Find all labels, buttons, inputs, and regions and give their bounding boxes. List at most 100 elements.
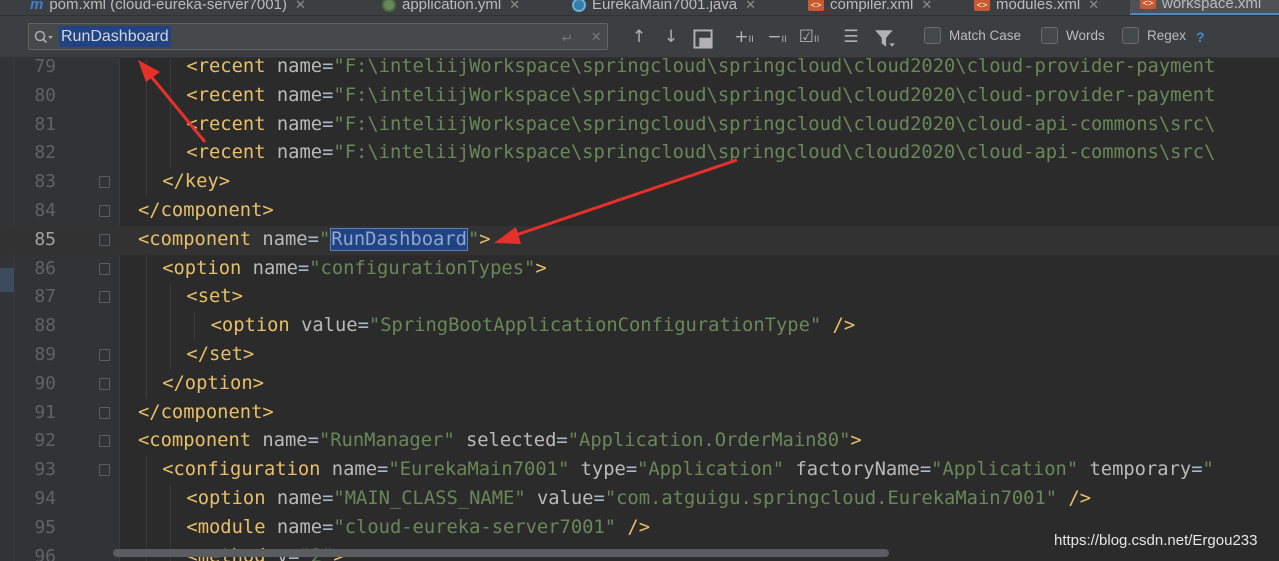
code-line[interactable]: 90 </option>	[0, 370, 1279, 399]
fold-marker-icon[interactable]	[99, 233, 110, 246]
regex-option[interactable]: Regex	[1122, 27, 1186, 44]
fold-marker-icon[interactable]	[99, 435, 110, 448]
match-case-checkbox[interactable]	[924, 27, 941, 44]
code-token: =	[625, 459, 638, 481]
code-line[interactable]: 91 </component>	[0, 399, 1279, 428]
code-token: =	[593, 488, 605, 509]
code-token: factoryName	[795, 459, 920, 481]
fold-marker-icon[interactable]	[99, 291, 110, 304]
indent-guide	[146, 456, 147, 485]
code-line[interactable]: 94 <option name="MAIN_CLASS_NAME" value="…	[0, 485, 1279, 514]
tab-workspace-xml[interactable]: <> workspace.xml	[1130, 0, 1279, 15]
line-number: 82	[34, 142, 56, 164]
code-text: <component name="RunDashboard">	[138, 226, 491, 255]
code-line[interactable]: 84 </component>	[0, 197, 1279, 226]
tab-modules-xml[interactable]: <> modules.xml ✕	[974, 0, 1099, 15]
code-text: </key>	[162, 168, 230, 197]
code-token: =	[307, 430, 319, 452]
indent-guide	[170, 58, 172, 82]
code-line[interactable]: 79 <recent name="F:\inteliijWorkspace\spr…	[0, 58, 1279, 82]
code-token: name	[276, 516, 323, 538]
fold-marker-icon[interactable]	[99, 176, 110, 189]
code-token: =	[556, 430, 568, 452]
code-token: name	[276, 113, 323, 135]
code-text: </component>	[138, 399, 274, 428]
tab-eurekamain7001-java[interactable]: EurekaMain7001.java ✕	[572, 0, 756, 15]
fold-marker-icon[interactable]	[99, 205, 110, 217]
code-line[interactable]: 80 <recent name="F:\inteliijWorkspace\spr…	[0, 82, 1279, 111]
close-icon[interactable]: ✕	[509, 0, 520, 13]
indent-guide	[146, 139, 147, 169]
search-field[interactable]: RunDashboard ↵ ✕	[28, 23, 608, 50]
close-icon[interactable]: ✕	[295, 0, 306, 13]
code-line[interactable]: 88 <option value="SpringBootApplicationCo…	[0, 312, 1279, 341]
select-all-occurrences-icon[interactable]: ☑II	[798, 26, 820, 48]
code-line[interactable]: 92 <component name="RunManager" selected=…	[0, 427, 1279, 456]
close-icon[interactable]: ✕	[1088, 0, 1099, 13]
code-line[interactable]: 83 </key>	[0, 168, 1279, 197]
code-line[interactable]: 93 <configuration name="EurekaMain7001" t…	[0, 456, 1279, 485]
line-number: 93	[34, 459, 56, 481]
code-token: =	[322, 142, 334, 164]
find-bar: RunDashboard ↵ ✕ ↑ ↓ +II −II ☑II ☰ Match…	[0, 16, 1279, 58]
previous-occurrence-icon[interactable]: ↑	[628, 26, 650, 48]
code-token: "Application"	[637, 459, 785, 481]
line-number: 92	[34, 430, 56, 452]
code-token: value	[536, 488, 594, 509]
code-token: "	[318, 228, 331, 250]
code-token: />	[821, 315, 856, 337]
code-token: </component>	[138, 401, 274, 423]
fold-marker-icon[interactable]	[99, 464, 110, 477]
code-token: "Application"	[931, 459, 1079, 481]
code-token: "F:\inteliijWorkspace\springcloud\spring…	[333, 84, 1216, 106]
fold-marker-icon[interactable]	[99, 349, 110, 361]
code-token: <recent	[186, 58, 277, 77]
code-line[interactable]: 85 <component name="RunDashboard">	[0, 225, 1279, 255]
clear-search-icon[interactable]: ✕	[591, 26, 601, 45]
tab-pom-xml[interactable]: m pom.xml (cloud-eureka-server7001) ✕	[30, 0, 306, 15]
code-token: "RunManager"	[318, 430, 455, 452]
code-line[interactable]: 86 <option name="configurationTypes">	[0, 255, 1279, 284]
code-token: type	[580, 459, 626, 481]
search-history-icon[interactable]	[33, 29, 55, 45]
code-line[interactable]: 82 <recent name="F:\inteliijWorkspace\spr…	[0, 139, 1279, 168]
code-token: name	[262, 228, 308, 250]
tab-compiler-xml[interactable]: <> compiler.xml ✕	[808, 0, 932, 15]
filter-options-icon[interactable]: ☰	[840, 26, 862, 48]
code-token: =	[322, 113, 334, 135]
regex-help-icon[interactable]: ?	[1196, 29, 1205, 45]
words-checkbox[interactable]	[1041, 27, 1058, 44]
code-token: "	[467, 228, 480, 250]
filter-icon[interactable]	[874, 28, 896, 50]
code-token: <option	[186, 488, 277, 509]
code-text: <option name="MAIN_CLASS_NAME" value="co…	[186, 485, 1091, 514]
words-option[interactable]: Words	[1041, 27, 1105, 44]
regex-checkbox[interactable]	[1122, 27, 1139, 44]
code-text: </option>	[162, 370, 264, 399]
code-token: "MAIN_CLASS_NAME"	[333, 488, 526, 509]
fold-marker-icon[interactable]	[99, 406, 110, 419]
line-number: 79	[34, 58, 56, 77]
close-icon[interactable]: ✕	[745, 0, 756, 13]
close-icon[interactable]: ✕	[921, 0, 932, 13]
horizontal-scrollbar[interactable]	[113, 549, 889, 557]
match-case-option[interactable]: Match Case	[924, 27, 1021, 44]
code-line[interactable]: 89 </set>	[0, 341, 1279, 370]
code-token: >	[535, 257, 547, 279]
fold-marker-icon[interactable]	[99, 377, 110, 390]
next-occurrence-icon[interactable]: ↓	[660, 26, 682, 48]
tab-application-yml[interactable]: application.yml ✕	[382, 0, 520, 15]
find-in-window-icon[interactable]	[692, 28, 714, 50]
line-number: 86	[34, 257, 56, 279]
add-selection-icon[interactable]: +II	[733, 26, 755, 48]
fold-marker-icon[interactable]	[99, 262, 110, 275]
code-line[interactable]: 81 <recent name="F:\inteliijWorkspace\spr…	[0, 111, 1279, 140]
remove-selection-icon[interactable]: −II	[766, 26, 788, 48]
search-input[interactable]: RunDashboard	[59, 26, 171, 47]
code-editor[interactable]: 79 <recent name="F:\inteliijWorkspace\spr…	[0, 58, 1279, 561]
new-line-icon[interactable]: ↵	[562, 27, 571, 45]
code-line[interactable]: 87 <set>	[0, 283, 1279, 312]
code-token: <option	[162, 257, 253, 279]
code-text: <option value="SpringBootApplicationConf…	[211, 312, 856, 341]
